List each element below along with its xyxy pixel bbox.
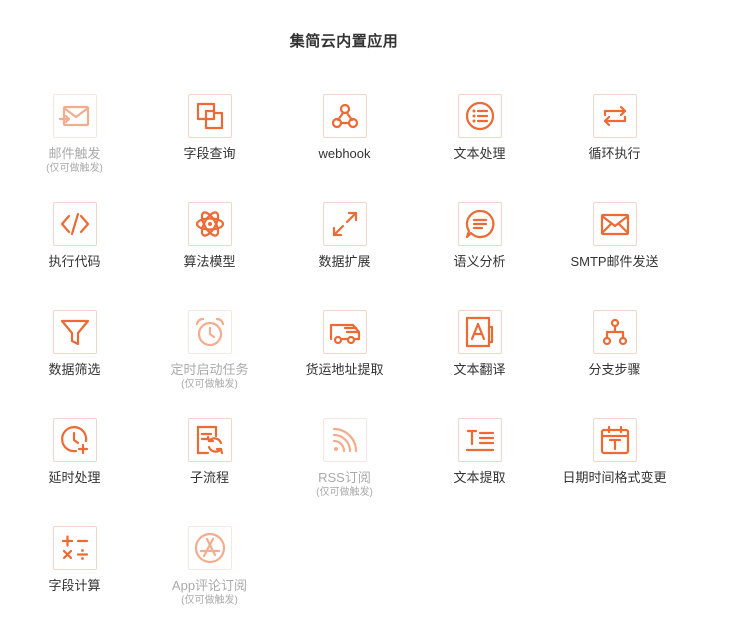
app-label: 算法模型 xyxy=(183,254,236,269)
apps-grid: 邮件触发 (仅可做触发) 字段查询 webhook 文本处理 循环执行 执行代码… xyxy=(7,94,682,634)
app-label: 分支步骤 xyxy=(588,362,641,377)
app-delay[interactable]: 延时处理 xyxy=(7,418,142,526)
app-data-expand[interactable]: 数据扩展 xyxy=(277,202,412,310)
app-label: 日期时间格式变更 xyxy=(562,470,667,485)
app-smtp-mail[interactable]: SMTP邮件发送 xyxy=(547,202,682,310)
field-query-icon xyxy=(187,94,232,138)
app-label: 定时启动任务 xyxy=(170,362,249,377)
chat-bubble-icon xyxy=(457,202,502,246)
app-label: 子流程 xyxy=(189,470,229,485)
app-label: 字段查询 xyxy=(183,146,236,161)
app-data-filter[interactable]: 数据筛选 xyxy=(7,310,142,418)
mail-trigger-icon xyxy=(52,94,97,138)
expand-icon xyxy=(322,202,367,246)
app-label: 文本翻译 xyxy=(453,362,506,377)
app-algorithm-model[interactable]: 算法模型 xyxy=(142,202,277,310)
app-label: 数据扩展 xyxy=(318,254,371,269)
calendar-icon xyxy=(592,418,637,462)
app-label: 语义分析 xyxy=(453,254,506,269)
mail-icon xyxy=(592,202,637,246)
app-webhook[interactable]: webhook xyxy=(277,94,412,202)
branch-icon xyxy=(592,310,637,354)
app-store-icon xyxy=(187,526,232,570)
builtin-apps-page: 集简云内置应用 邮件触发 (仅可做触发) 字段查询 webhook 文本处理 循… xyxy=(0,0,735,631)
app-field-calc[interactable]: 字段计算 xyxy=(7,526,142,634)
app-label: App评论订阅 xyxy=(171,578,248,593)
translate-icon xyxy=(457,310,502,354)
rss-icon xyxy=(322,418,367,462)
text-extract-icon xyxy=(457,418,502,462)
atom-icon xyxy=(187,202,232,246)
trigger-only-note: (仅可做触发) xyxy=(46,163,103,174)
list-circle-icon xyxy=(457,94,502,138)
app-label: 字段计算 xyxy=(48,578,101,593)
app-semantic-analysis[interactable]: 语义分析 xyxy=(412,202,547,310)
app-label: 延时处理 xyxy=(48,470,101,485)
app-label: RSS订阅 xyxy=(318,470,371,485)
app-shipping-address[interactable]: 货运地址提取 xyxy=(277,310,412,418)
trigger-only-note: (仅可做触发) xyxy=(181,379,238,390)
webhook-icon xyxy=(322,94,367,138)
app-datetime-format[interactable]: 日期时间格式变更 xyxy=(547,418,682,526)
app-text-extract[interactable]: 文本提取 xyxy=(412,418,547,526)
alarm-clock-icon xyxy=(187,310,232,354)
app-label: 文本提取 xyxy=(453,470,506,485)
truck-icon xyxy=(322,310,367,354)
filter-icon xyxy=(52,310,97,354)
app-mail-trigger[interactable]: 邮件触发 (仅可做触发) xyxy=(7,94,142,202)
app-label: 文本处理 xyxy=(453,146,506,161)
app-label: 邮件触发 xyxy=(48,146,101,161)
clock-plus-icon xyxy=(52,418,97,462)
app-label: 循环执行 xyxy=(588,146,641,161)
app-text-translate[interactable]: 文本翻译 xyxy=(412,310,547,418)
app-run-code[interactable]: 执行代码 xyxy=(7,202,142,310)
app-label: 执行代码 xyxy=(48,254,101,269)
loop-icon xyxy=(592,94,637,138)
app-store-review[interactable]: App评论订阅 (仅可做触发) xyxy=(142,526,277,634)
app-rss[interactable]: RSS订阅 (仅可做触发) xyxy=(277,418,412,526)
subflow-icon xyxy=(187,418,232,462)
app-branch-step[interactable]: 分支步骤 xyxy=(547,310,682,418)
app-label: SMTP邮件发送 xyxy=(570,254,659,269)
app-subflow[interactable]: 子流程 xyxy=(142,418,277,526)
code-icon xyxy=(52,202,97,246)
app-label: 数据筛选 xyxy=(48,362,101,377)
trigger-only-note: (仅可做触发) xyxy=(181,595,238,606)
page-title: 集简云内置应用 xyxy=(289,33,399,50)
app-scheduled-task[interactable]: 定时启动任务 (仅可做触发) xyxy=(142,310,277,418)
calculator-icon xyxy=(52,526,97,570)
app-text-processing[interactable]: 文本处理 xyxy=(412,94,547,202)
trigger-only-note: (仅可做触发) xyxy=(316,487,373,498)
app-field-query[interactable]: 字段查询 xyxy=(142,94,277,202)
app-label: 货运地址提取 xyxy=(305,362,384,377)
app-loop[interactable]: 循环执行 xyxy=(547,94,682,202)
app-label: webhook xyxy=(318,146,371,161)
